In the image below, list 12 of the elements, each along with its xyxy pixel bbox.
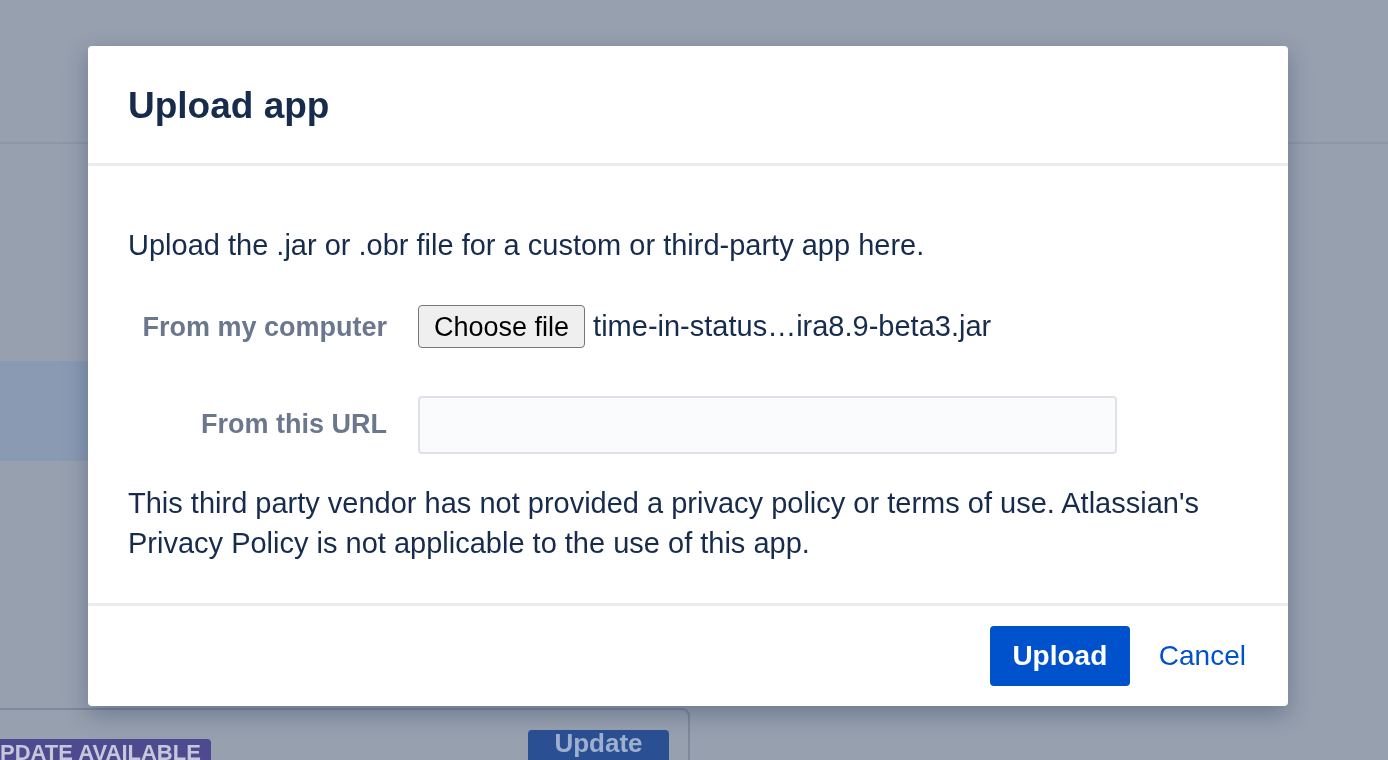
field-label: From this URL: [200, 408, 387, 442]
update-button[interactable]: Update: [528, 730, 669, 760]
privacy-notice: This third party vendor has not provided a privacy policy or terms of use. Atlassian's Privacy Policy is not applicable to the use of this app.: [128, 485, 1200, 561]
cancel-link[interactable]: Cancel: [1158, 635, 1246, 677]
field-label: From my computer: [141, 310, 387, 344]
dialog-title: Upload app: [128, 84, 330, 129]
url-input-field[interactable]: [418, 395, 1117, 454]
update-available-badge: PDATE AVAILABLE: [0, 739, 211, 760]
file-name: time-in-status…ira8.9-beta3.jar: [593, 309, 992, 344]
choose-file-button[interactable]: Choose file: [418, 305, 586, 349]
intro-text: Upload the .jar or .obr file for a custom or third-party app here.: [128, 228, 926, 263]
upload-button[interactable]: Upload: [989, 626, 1130, 686]
